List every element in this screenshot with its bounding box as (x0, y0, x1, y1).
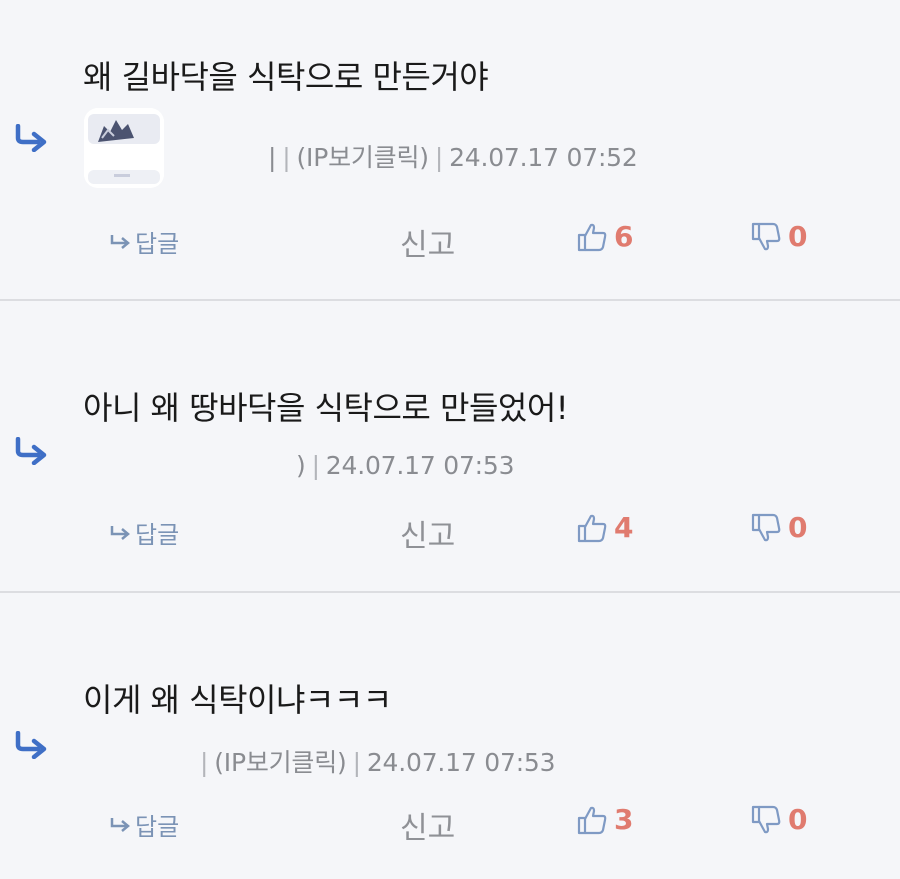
reply-label: 답글 (135, 521, 180, 549)
report-button[interactable]: 신고 (400, 220, 455, 264)
report-button[interactable]: 신고 (400, 511, 455, 555)
comment-list: 왜 길바닥을 식탁으로 만든거야 | | (IP보기클릭) | 24.07.17 07:… (0, 0, 900, 879)
reply-arrow-icon (15, 124, 47, 152)
timestamp: 24.07.17 07:52 (449, 143, 638, 172)
like-count: 4 (614, 511, 634, 544)
thumbs-down-icon (751, 805, 781, 833)
reply-label: 답글 (135, 813, 180, 841)
comment-item: 왜 길바닥을 식탁으로 만든거야 | | (IP보기클릭) | 24.07.17 07:… (0, 0, 900, 300)
ip-view-link[interactable]: (IP보기클릭) (214, 748, 347, 777)
like-button[interactable]: 6 (576, 220, 633, 253)
comment-text: 아니 왜 땅바닥을 식탁으로 만들었어! (83, 389, 569, 427)
comment-text: 왜 길바닥을 식탁으로 만든거야 (83, 58, 489, 96)
author-name[interactable]: | (268, 143, 276, 172)
reply-button[interactable]: 답글 (110, 224, 179, 259)
author-name[interactable]: ) (296, 451, 306, 480)
thumbs-down-icon (751, 513, 781, 541)
comment-meta: ) | 24.07.17 07:53 (296, 451, 515, 480)
thumbs-up-icon (577, 806, 607, 834)
comment-item: 아니 왜 땅바닥을 식탁으로 만들었어! ) | 24.07.17 07:53 답글… (0, 301, 900, 591)
dislike-button[interactable]: 0 (750, 803, 807, 836)
reply-arrow-icon (15, 731, 47, 759)
reply-arrow-icon (15, 437, 47, 465)
dislike-button[interactable]: 0 (750, 511, 807, 544)
dislike-count: 0 (788, 511, 808, 544)
comment-text: 이게 왜 식탁이냐ㅋㅋㅋ (83, 681, 392, 719)
like-button[interactable]: 4 (576, 511, 633, 544)
report-button[interactable]: 신고 (400, 803, 455, 847)
reply-label: 답글 (135, 230, 180, 258)
reply-arrow-icon (110, 525, 130, 540)
reply-button[interactable]: 답글 (110, 807, 179, 842)
reply-arrow-icon (110, 234, 130, 249)
reply-arrow-icon (110, 817, 130, 832)
comment-actions: 답글 신고 3 0 (0, 803, 900, 846)
comment-actions: 답글 신고 6 0 (0, 220, 900, 263)
thumbs-up-icon (577, 514, 607, 542)
comment-meta: | | (IP보기클릭) | 24.07.17 07:52 (268, 143, 638, 172)
avatar-image-icon (84, 108, 164, 188)
comment-item: 이게 왜 식탁이냐ㅋㅋㅋ | (IP보기클릭) | 24.07.17 07:53 답글… (0, 593, 900, 879)
timestamp: 24.07.17 07:53 (325, 451, 515, 480)
like-button[interactable]: 3 (576, 803, 633, 836)
like-count: 3 (614, 803, 634, 836)
thumbs-up-icon (577, 223, 607, 251)
comment-meta: | (IP보기클릭) | 24.07.17 07:53 (200, 748, 556, 777)
like-count: 6 (614, 220, 634, 253)
dislike-button[interactable]: 0 (750, 220, 807, 253)
dislike-count: 0 (788, 220, 808, 253)
ip-view-link[interactable]: (IP보기클릭) (296, 143, 429, 172)
timestamp: 24.07.17 07:53 (366, 748, 556, 777)
reply-button[interactable]: 답글 (110, 515, 179, 550)
comment-actions: 답글 신고 4 0 (0, 511, 900, 554)
avatar[interactable] (84, 108, 164, 188)
thumbs-down-icon (751, 222, 781, 250)
dislike-count: 0 (788, 803, 808, 836)
